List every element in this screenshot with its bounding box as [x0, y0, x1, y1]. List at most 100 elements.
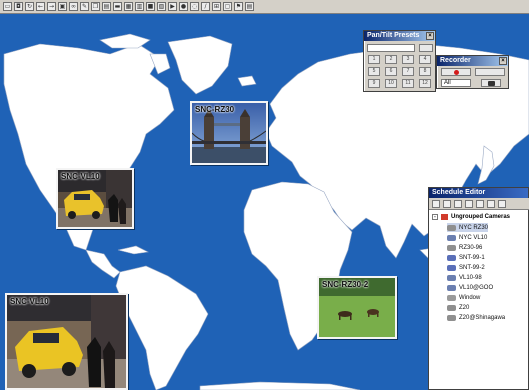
camera-label: SNC-VL10	[10, 297, 49, 306]
preset-key[interactable]: 7	[402, 67, 414, 76]
preset-key[interactable]: 4	[419, 55, 431, 64]
save-icon[interactable]: ■	[146, 2, 155, 11]
preset-key[interactable]: 12	[419, 79, 431, 88]
main-toolbar: ▭ ◘ ↻ ← → ▣ ∞ ✎ ❐ ▤ ▬ ▦ ▥ ■ ▧ ▶ ● ◌ ∕ ⊞ ▢ ⚑ ▤	[0, 0, 529, 14]
camera-list-item[interactable]: Z20	[447, 303, 469, 312]
snapshot-button[interactable]	[481, 79, 501, 87]
schedule-editor-window[interactable]: Schedule Editor - Ungrouped Cameras NYC …	[428, 187, 529, 390]
camera-list-item[interactable]: Z20@Shinagawa	[447, 313, 505, 322]
preset-add-button[interactable]	[419, 44, 433, 52]
chat-icon[interactable]: ◌	[190, 2, 199, 11]
caribbean-islands-landmass	[117, 245, 149, 255]
preset-key[interactable]: 8	[419, 67, 431, 76]
camera-list-label: NYC RZ30	[459, 224, 489, 231]
camera-list-item[interactable]: RZ30-96	[447, 243, 482, 252]
camera-thumbnail-vl10-bottom[interactable]: SNC-VL10	[5, 293, 128, 390]
camera-select[interactable]: All	[441, 79, 471, 87]
camera-list-item[interactable]: VL10@GOO	[447, 283, 493, 292]
iceland-landmass	[237, 75, 257, 87]
camera-list-label: Z20@Shinagawa	[459, 314, 506, 321]
camera-icon	[447, 234, 456, 241]
camera-list-label: SNT-99-1	[459, 254, 485, 261]
stop-button[interactable]	[475, 68, 505, 76]
sheet-icon[interactable]	[454, 200, 462, 208]
camera-icon	[447, 224, 456, 231]
copy-icon[interactable]	[487, 200, 495, 208]
camera-list-item[interactable]: VL10-98	[447, 273, 482, 282]
central-america-landmass	[85, 249, 121, 279]
calendar-icon[interactable]: ▥	[135, 2, 144, 11]
monitor-icon[interactable]: ▣	[58, 2, 67, 11]
preset-key[interactable]: 6	[385, 67, 397, 76]
record-icon[interactable]: ●	[179, 2, 188, 11]
camera-list-item[interactable]: Window	[447, 293, 480, 302]
recorder-window[interactable]: Recorder × All	[436, 55, 509, 89]
arctic-islands-landmass	[99, 33, 151, 49]
camera-list-item[interactable]: NYC RZ30	[447, 223, 489, 232]
paste-icon[interactable]: ▤	[102, 2, 111, 11]
preset-key[interactable]: 3	[402, 55, 414, 64]
grid-icon[interactable]: ⊞	[212, 2, 221, 11]
window-icon[interactable]: ▢	[223, 2, 232, 11]
camera-list-label: SNT-99-2	[459, 264, 485, 271]
preset-select[interactable]	[367, 44, 415, 52]
copy-icon[interactable]: ❐	[91, 2, 100, 11]
close-icon[interactable]: ×	[499, 57, 507, 65]
preset-key[interactable]: 1	[368, 55, 380, 64]
preset-key[interactable]: 10	[385, 79, 397, 88]
camera-thumbnail-rz30-2[interactable]: SNC-RZ30-2	[317, 276, 397, 339]
camera-label: SNC-RZ30	[195, 105, 235, 114]
camera-list-item[interactable]: SNT-99-2	[447, 263, 485, 272]
camera-list-item[interactable]: SNT-99-1	[447, 253, 485, 262]
camera-icon	[447, 304, 456, 311]
camera-icon[interactable]: ◘	[14, 2, 23, 11]
preset-key[interactable]: 11	[402, 79, 414, 88]
record-button[interactable]	[441, 68, 471, 76]
flag-icon[interactable]: ⚑	[234, 2, 243, 11]
collapse-icon[interactable]: -	[432, 213, 438, 220]
camera-list-label: Window	[459, 294, 481, 301]
camera-list-label: NYC VL10	[459, 234, 488, 241]
camera-thumbnail-vl10-top[interactable]: SNC-VL10	[56, 168, 134, 229]
close-icon[interactable]: ×	[426, 32, 434, 40]
preset-key[interactable]: 9	[368, 79, 380, 88]
layout-icon[interactable]: ▤	[245, 2, 254, 11]
camera-icon	[447, 294, 456, 301]
grid-icon[interactable]	[432, 200, 440, 208]
camera-label: SNC-RZ30-2	[322, 280, 369, 289]
window-titlebar[interactable]: Pan/Tilt Presets ×	[364, 31, 435, 41]
camera-list-label: VL10-98	[459, 274, 482, 281]
print-icon[interactable]: ▧	[157, 2, 166, 11]
binoculars-icon[interactable]: ∞	[69, 2, 78, 11]
antarctica-edge-landmass	[199, 381, 361, 390]
play-icon[interactable]: ▶	[168, 2, 177, 11]
camera-thumbnail-rz30[interactable]: SNC-RZ30	[190, 101, 268, 165]
forward-icon[interactable]: →	[47, 2, 56, 11]
record-dot-icon	[454, 70, 459, 75]
pan-tilt-presets-window[interactable]: Pan/Tilt Presets × 1 2 3 4 5 6 7 8 9 10 11 12	[363, 30, 436, 92]
camera-icon	[488, 81, 495, 86]
pen-icon[interactable]: ∕	[201, 2, 210, 11]
preset-key[interactable]: 5	[368, 67, 380, 76]
rotate-icon[interactable]: ↻	[25, 2, 34, 11]
camera-list-item[interactable]: NYC VL10	[447, 233, 487, 242]
taxi-street-large-image	[7, 295, 126, 388]
back-icon[interactable]: ←	[36, 2, 45, 11]
window-titlebar[interactable]: Recorder ×	[437, 56, 508, 66]
page-icon[interactable]	[465, 200, 473, 208]
preset-key[interactable]: 2	[385, 55, 397, 64]
folder-icon[interactable]: ▬	[113, 2, 122, 11]
tree-root[interactable]: - Ungrouped Cameras	[432, 212, 510, 221]
pen-icon[interactable]	[476, 200, 484, 208]
camera-icon	[447, 244, 456, 251]
open-icon[interactable]: ▭	[3, 2, 12, 11]
camera-icon	[447, 264, 456, 271]
window-titlebar[interactable]: Schedule Editor	[429, 188, 528, 198]
list-icon[interactable]	[443, 200, 451, 208]
camera-list-label: Z20	[459, 304, 470, 311]
picture-icon[interactable]: ▦	[124, 2, 133, 11]
tree-root-label: Ungrouped Cameras	[451, 213, 511, 220]
brush-icon[interactable]: ✎	[80, 2, 89, 11]
paste-icon[interactable]	[498, 200, 506, 208]
camera-group-icon	[441, 213, 448, 220]
